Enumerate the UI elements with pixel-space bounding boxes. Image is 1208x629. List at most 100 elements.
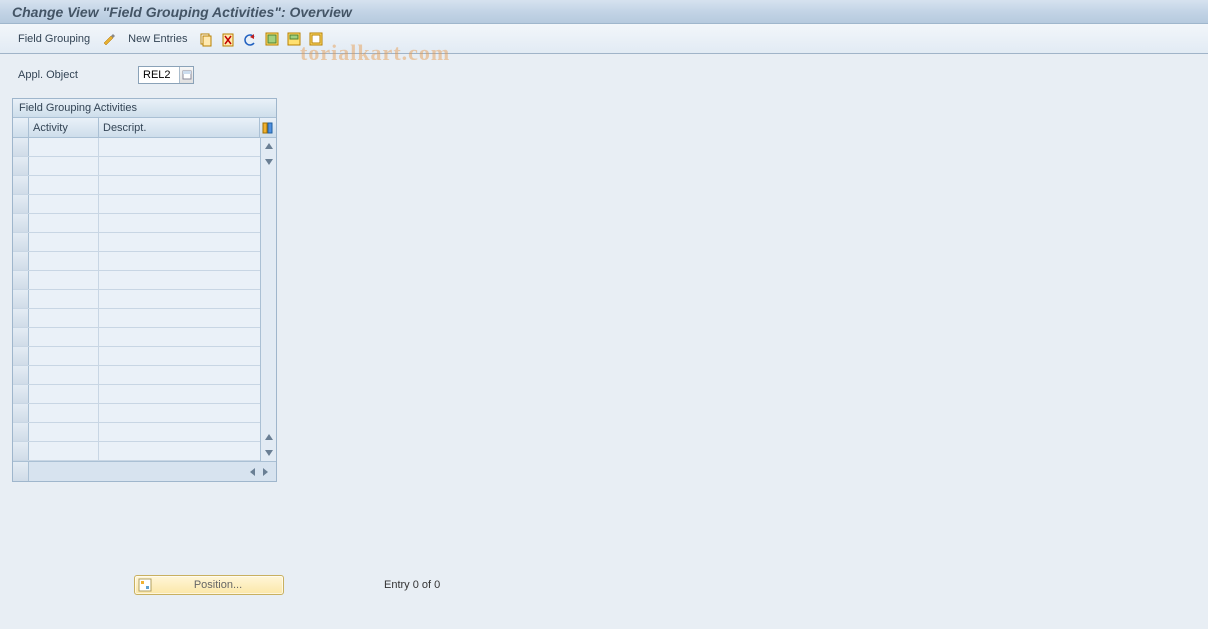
table-row[interactable] xyxy=(13,233,260,252)
row-selector[interactable] xyxy=(13,176,29,194)
table-row[interactable] xyxy=(13,347,260,366)
cell-descript[interactable] xyxy=(99,195,260,213)
table-row[interactable] xyxy=(13,442,260,461)
toggle-change-icon[interactable] xyxy=(100,30,118,48)
table-header-row: Activity Descript. xyxy=(13,118,276,138)
row-selector[interactable] xyxy=(13,309,29,327)
cell-activity[interactable] xyxy=(29,214,99,232)
appl-object-row: Appl. Object xyxy=(12,66,1196,84)
row-selector[interactable] xyxy=(13,347,29,365)
row-selector[interactable] xyxy=(13,214,29,232)
cell-activity[interactable] xyxy=(29,271,99,289)
cell-descript[interactable] xyxy=(99,271,260,289)
cell-descript[interactable] xyxy=(99,328,260,346)
cell-descript[interactable] xyxy=(99,138,260,156)
appl-object-input[interactable] xyxy=(139,68,179,82)
cell-descript[interactable] xyxy=(99,347,260,365)
row-selector[interactable] xyxy=(13,423,29,441)
cell-descript[interactable] xyxy=(99,233,260,251)
table-row[interactable] xyxy=(13,423,260,442)
row-selector[interactable] xyxy=(13,195,29,213)
row-selector[interactable] xyxy=(13,252,29,270)
cell-activity[interactable] xyxy=(29,347,99,365)
cell-activity[interactable] xyxy=(29,385,99,403)
table-settings-icon[interactable] xyxy=(260,118,276,137)
column-header-descript[interactable]: Descript. xyxy=(99,118,260,137)
cell-descript[interactable] xyxy=(99,214,260,232)
table-row[interactable] xyxy=(13,214,260,233)
table-row[interactable] xyxy=(13,157,260,176)
footer-sel xyxy=(13,462,29,481)
table-control: Field Grouping Activities Activity Descr… xyxy=(12,98,277,482)
new-entries-button[interactable]: New Entries xyxy=(122,31,193,47)
cell-activity[interactable] xyxy=(29,195,99,213)
cell-activity[interactable] xyxy=(29,252,99,270)
cell-descript[interactable] xyxy=(99,366,260,384)
copy-as-icon[interactable] xyxy=(197,30,215,48)
table-row[interactable] xyxy=(13,138,260,157)
cell-activity[interactable] xyxy=(29,233,99,251)
scroll-up-step-icon[interactable] xyxy=(261,429,276,445)
cell-activity[interactable] xyxy=(29,138,99,156)
select-block-icon[interactable] xyxy=(285,30,303,48)
horizontal-scrollbar[interactable] xyxy=(99,462,276,481)
row-selector[interactable] xyxy=(13,138,29,156)
row-selector[interactable] xyxy=(13,385,29,403)
table-row[interactable] xyxy=(13,366,260,385)
select-all-icon[interactable] xyxy=(263,30,281,48)
row-selector[interactable] xyxy=(13,366,29,384)
cell-activity[interactable] xyxy=(29,423,99,441)
scroll-up-icon[interactable] xyxy=(261,138,276,154)
table-row[interactable] xyxy=(13,290,260,309)
cell-descript[interactable] xyxy=(99,290,260,308)
cell-activity[interactable] xyxy=(29,328,99,346)
row-selector[interactable] xyxy=(13,290,29,308)
cell-activity[interactable] xyxy=(29,290,99,308)
position-icon xyxy=(137,578,153,592)
column-header-activity[interactable]: Activity xyxy=(29,118,99,137)
cell-activity[interactable] xyxy=(29,157,99,175)
row-selector[interactable] xyxy=(13,271,29,289)
table-row[interactable] xyxy=(13,176,260,195)
cell-descript[interactable] xyxy=(99,442,260,460)
undo-change-icon[interactable] xyxy=(241,30,259,48)
table-row[interactable] xyxy=(13,271,260,290)
table-row[interactable] xyxy=(13,328,260,347)
row-selector[interactable] xyxy=(13,328,29,346)
table-row[interactable] xyxy=(13,252,260,271)
cell-activity[interactable] xyxy=(29,366,99,384)
scroll-down-step-icon[interactable] xyxy=(261,154,276,170)
cell-descript[interactable] xyxy=(99,309,260,327)
cell-activity[interactable] xyxy=(29,309,99,327)
field-grouping-menu[interactable]: Field Grouping xyxy=(12,31,96,47)
delete-icon[interactable] xyxy=(219,30,237,48)
table-row[interactable] xyxy=(13,195,260,214)
cell-descript[interactable] xyxy=(99,157,260,175)
cell-activity[interactable] xyxy=(29,176,99,194)
vertical-scrollbar[interactable] xyxy=(260,138,276,461)
f4-help-icon[interactable] xyxy=(179,67,193,83)
bottom-row: Position... Entry 0 of 0 xyxy=(134,575,440,595)
cell-activity[interactable] xyxy=(29,442,99,460)
cell-descript[interactable] xyxy=(99,385,260,403)
table-row[interactable] xyxy=(13,309,260,328)
position-button[interactable]: Position... xyxy=(134,575,284,595)
row-selector[interactable] xyxy=(13,404,29,422)
row-selector[interactable] xyxy=(13,233,29,251)
cell-descript[interactable] xyxy=(99,404,260,422)
table-rows xyxy=(13,138,260,461)
cell-descript[interactable] xyxy=(99,423,260,441)
table-row[interactable] xyxy=(13,404,260,423)
cell-descript[interactable] xyxy=(99,176,260,194)
select-all-column-header[interactable] xyxy=(13,118,29,137)
title-bar: Change View "Field Grouping Activities":… xyxy=(0,0,1208,24)
cell-descript[interactable] xyxy=(99,252,260,270)
scroll-down-icon[interactable] xyxy=(261,445,276,461)
row-selector[interactable] xyxy=(13,157,29,175)
table-row[interactable] xyxy=(13,385,260,404)
scroll-left-icon[interactable] xyxy=(248,467,258,477)
scroll-right-icon[interactable] xyxy=(260,467,270,477)
deselect-all-icon[interactable] xyxy=(307,30,325,48)
row-selector[interactable] xyxy=(13,442,29,460)
cell-activity[interactable] xyxy=(29,404,99,422)
